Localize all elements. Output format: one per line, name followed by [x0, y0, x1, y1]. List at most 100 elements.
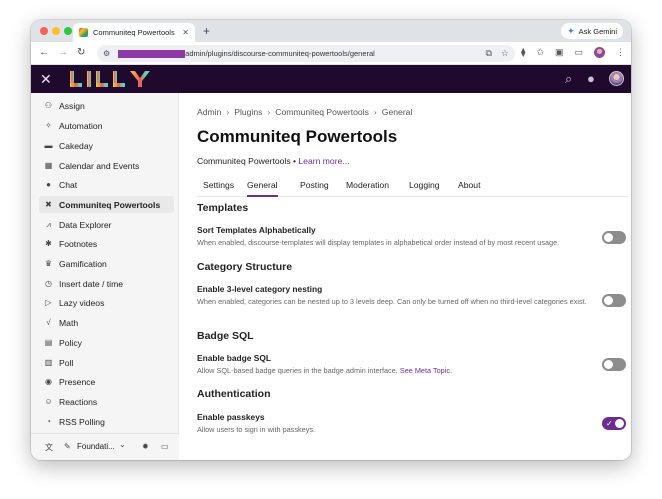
category-nesting-toggle[interactable] [602, 294, 626, 307]
cast-icon[interactable]: ⧉ [485, 48, 491, 59]
section-heading-category-structure: Category Structure [197, 261, 293, 273]
sidebar-item-automation[interactable]: ✧ Automation [39, 117, 174, 134]
site-logo[interactable] [68, 68, 154, 90]
learn-more-link[interactable]: Learn more... [298, 156, 349, 166]
sort-templates-toggle[interactable] [602, 231, 626, 244]
search-icon[interactable]: ⌕ [565, 71, 572, 87]
section-heading-authentication: Authentication [197, 388, 271, 400]
keyboard-icon[interactable]: ▭ [161, 442, 169, 451]
sidebar-item-calendar[interactable]: ▦ Calendar and Events [39, 157, 174, 174]
sidebar-item-label: Policy [59, 337, 82, 348]
breadcrumb-plugins[interactable]: Plugins [234, 107, 262, 117]
browser-tab[interactable]: Communiteq Powertools - Pl ✕ [73, 23, 195, 42]
sidebar-item-rss-polling[interactable]: ◔ RSS Polling [39, 413, 174, 430]
breadcrumb-plugin[interactable]: Communiteq Powertools [275, 107, 369, 117]
sidebar-item-data-explorer[interactable]: ⩘ Data Explorer [39, 216, 174, 233]
sidebar-item-policy[interactable]: ▤ Policy [39, 334, 174, 351]
profile-avatar[interactable] [594, 47, 606, 58]
setting-title-category-nesting: Enable 3-level category nesting [197, 284, 323, 294]
setting-title-badge-sql: Enable badge SQL [197, 353, 271, 363]
tools-icon: ✖ [45, 200, 52, 209]
sidebar-item-label: Insert date / time [59, 278, 124, 289]
passkeys-toggle[interactable]: ✓ [602, 417, 626, 430]
sidebar-item-label: Gamification [59, 258, 107, 269]
sidebar-item-label: RSS Polling [59, 416, 105, 427]
tab-title: Communiteq Powertools - Pl [93, 28, 177, 37]
close-sidebar-icon[interactable]: ✕ [40, 70, 52, 88]
sidebar-item-presence[interactable]: ◉ Presence [39, 373, 174, 390]
bookmark-star-icon[interactable]: ☆ [501, 48, 509, 59]
sidebar-item-label: Data Explorer [59, 219, 112, 230]
minimize-window-button[interactable] [52, 27, 60, 35]
site-favicon-icon [79, 28, 88, 37]
tab-posting[interactable]: Posting [300, 180, 329, 195]
sidebar-item-label: Footnotes [59, 238, 98, 249]
extensions-icon[interactable]: ⧫ [521, 47, 525, 58]
user-plus-icon: ⚇ [44, 101, 53, 110]
tab-strip: Communiteq Powertools - Pl ✕ + ✦ Ask Gem… [31, 20, 631, 42]
sidebar-item-label: Communiteq Powertools [59, 199, 161, 210]
chat-bubble-icon[interactable]: ● [587, 71, 595, 87]
close-window-button[interactable] [40, 27, 48, 35]
sidebar-item-math[interactable]: √ Math [39, 314, 174, 331]
address-toolbar: ← → ↻ ⚙ admin/plugins/discourse-communit… [31, 42, 631, 65]
maximize-window-button[interactable] [64, 27, 72, 35]
tab-settings[interactable]: Settings [203, 180, 234, 195]
sidebar-item-label: Math [59, 317, 79, 328]
sidebar-item-insert-date-time[interactable]: ◷ Insert date / time [39, 275, 174, 292]
url-bar[interactable]: ⚙ admin/plugins/discourse-communiteq-pow… [97, 45, 515, 62]
sidebar-item-lazy-videos[interactable]: ▷ Lazy videos [39, 294, 174, 311]
sidebar-item-poll[interactable]: ▥ Poll [39, 354, 174, 371]
section-heading-templates: Templates [197, 202, 249, 214]
setting-description-category-nesting: When enabled, categories can be nested u… [197, 297, 587, 306]
tab-search-icon[interactable]: ▣ [555, 47, 564, 58]
cake-icon: ▬ [44, 141, 53, 150]
sidebar-item-label: Calendar and Events [59, 160, 140, 171]
reading-list-icon[interactable]: ✩ [536, 47, 544, 58]
url-path: admin/plugins/discourse-communiteq-power… [185, 49, 375, 58]
back-arrow-icon[interactable]: ← [39, 46, 49, 60]
badge-sql-toggle[interactable] [602, 358, 626, 371]
sidebar-item-label: Poll [59, 357, 74, 368]
brush-icon: ✎ [64, 442, 71, 451]
badge-sql-description-text: Allow SQL-based badge queries in the bad… [197, 366, 398, 375]
checkmark-icon: ✓ [606, 419, 613, 428]
sidebar-item-assign[interactable]: ⚇ Assign [39, 97, 174, 114]
tab-logging[interactable]: Logging [409, 180, 440, 195]
sidebar-item-footnotes[interactable]: ✱ Footnotes [39, 235, 174, 252]
reload-icon[interactable]: ↻ [77, 46, 85, 60]
plugin-name: Communiteq Powertools • [197, 156, 297, 166]
sidebar-item-communiteq-powertools[interactable]: ✖ Communiteq Powertools [39, 196, 174, 213]
menu-kebab-icon[interactable]: ⋮ [616, 47, 625, 58]
site-info-icon[interactable]: ⚙ [103, 49, 110, 58]
sidebar-item-cakeday[interactable]: ▬ Cakeday [39, 137, 174, 154]
chevron-right-icon: › [226, 107, 230, 117]
tab-about[interactable]: About [458, 180, 480, 195]
gemini-sparkle-icon: ✦ [567, 25, 575, 36]
play-icon: ▷ [45, 298, 52, 307]
sidebar-item-label: Cakeday [59, 140, 93, 151]
sidebar-item-reactions[interactable]: ☺ Reactions [39, 393, 174, 410]
breadcrumb-admin[interactable]: Admin [197, 107, 221, 117]
setting-description-passkeys: Allow users to sign in with passkeys. [197, 425, 316, 434]
forward-arrow-icon[interactable]: → [58, 46, 68, 60]
setting-description-badge-sql: Allow SQL-based badge queries in the bad… [197, 366, 597, 376]
user-avatar[interactable] [609, 71, 624, 86]
breadcrumb-current: General [381, 107, 413, 117]
site-header: ✕ ⌕ ● [31, 65, 631, 93]
language-icon[interactable]: 文 [45, 442, 53, 453]
sidebar-item-gamification[interactable]: ♛ Gamification [39, 255, 174, 272]
sidebar-item-chat[interactable]: ● Chat [39, 176, 174, 193]
ask-gemini-label: Ask Gemini [578, 26, 617, 36]
new-tab-button[interactable]: + [203, 23, 210, 39]
tab-moderation[interactable]: Moderation [346, 180, 389, 195]
gear-icon[interactable]: ✹ [142, 442, 149, 451]
split-view-icon[interactable]: ▭ [575, 47, 584, 58]
section-heading-badge-sql: Badge SQL [197, 330, 254, 342]
chevron-down-icon[interactable]: ⌄ [119, 440, 126, 449]
ask-gemini-button[interactable]: ✦ Ask Gemini [561, 23, 623, 39]
theme-selector[interactable]: Foundati... [77, 442, 115, 451]
tab-general[interactable]: General [247, 180, 278, 197]
tab-close-icon[interactable]: ✕ [182, 28, 189, 37]
meta-topic-link[interactable]: See Meta Topic. [400, 366, 452, 375]
